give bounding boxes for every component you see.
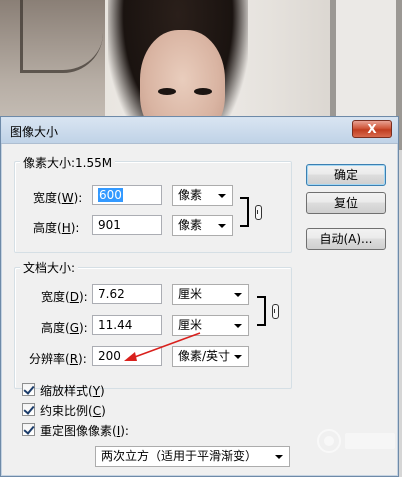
annotation-arrow-line — [131, 332, 201, 359]
watermark-logo — [317, 429, 395, 453]
annotation-arrow-head — [124, 352, 137, 361]
annotation-arrow — [124, 332, 201, 361]
